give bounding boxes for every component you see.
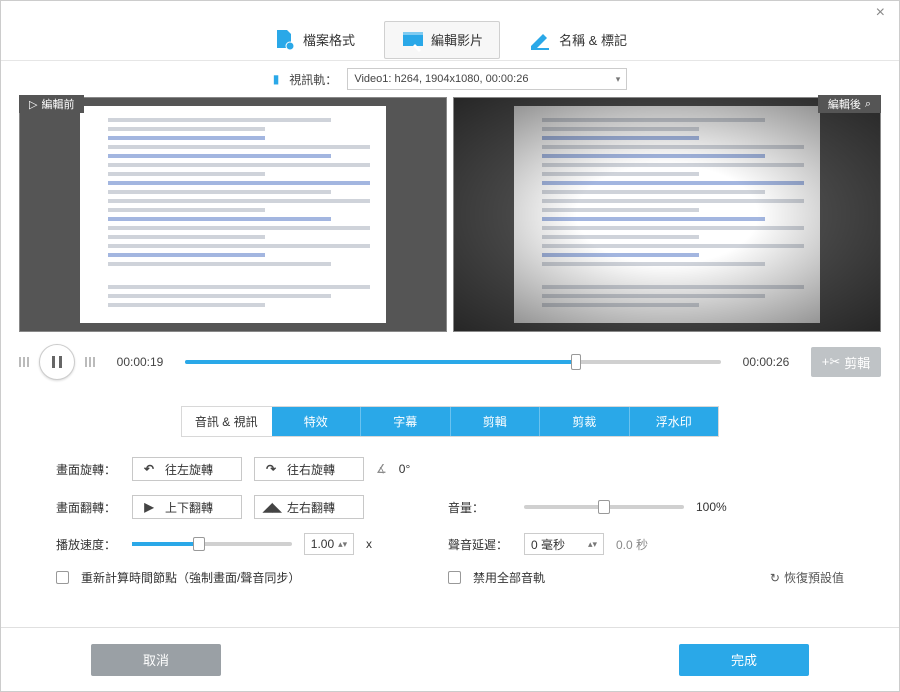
editor-window: × 檔案格式 編輯影片 名稱 & 標記 ▮ 視訊軌： Video1: h264,… — [0, 0, 900, 692]
nav-label: 編輯影片 — [431, 30, 483, 49]
play-icon: ▷ — [29, 98, 37, 111]
play-pause-button[interactable] — [39, 344, 75, 380]
speed-value-input[interactable]: 1.00▴▾ — [304, 533, 354, 555]
recalc-label: 重新計算時間節點（強制畫面/聲音同步） — [81, 569, 300, 586]
volume-slider[interactable] — [524, 505, 684, 509]
ok-button[interactable]: 完成 — [679, 644, 809, 676]
document-gear-icon — [273, 28, 297, 52]
speed-label: 播放速度： — [56, 536, 120, 553]
tab-watermark[interactable]: 浮水印 — [630, 407, 719, 436]
nav-label: 檔案格式 — [303, 30, 355, 49]
flip-horizontal-button[interactable]: ◢◣ 左右翻轉 — [254, 495, 364, 519]
pause-icon — [50, 355, 64, 369]
track-value: Video1: h264, 1904x1080, 00:00:26 — [354, 73, 528, 85]
rotate-right-icon: ↷ — [263, 462, 279, 476]
speed-slider[interactable] — [132, 542, 292, 546]
track-icon: ▮ — [273, 72, 280, 86]
top-nav: 檔案格式 編輯影片 名稱 & 標記 — [1, 19, 899, 61]
footer: 取消 完成 — [1, 627, 899, 691]
nav-label: 名稱 & 標記 — [559, 30, 627, 49]
speed-unit: x — [366, 537, 372, 551]
tab-trim[interactable]: 剪輯 — [451, 407, 541, 436]
step-fwd-icon[interactable] — [85, 357, 95, 367]
chevron-down-icon: ▴▾ — [588, 539, 597, 550]
volume-value: 100% — [696, 500, 727, 514]
disable-tracks-label: 禁用全部音軌 — [473, 569, 545, 586]
scissors-icon: +✂ — [822, 354, 840, 370]
tab-av[interactable]: 音訊 & 視訊 — [182, 407, 272, 436]
preview-after-label: 編輯後 ⌕ — [818, 95, 881, 113]
flip-label: 畫面翻轉： — [56, 499, 120, 516]
preview-after-pane[interactable] — [453, 97, 881, 332]
nav-edit-video[interactable]: 編輯影片 — [384, 21, 500, 59]
timeline-row: 00:00:19 00:00:26 +✂ 剪輯 — [1, 332, 899, 392]
tab-subtitle[interactable]: 字幕 — [361, 407, 451, 436]
preview-row — [1, 97, 899, 332]
pencil-tag-icon — [529, 28, 553, 52]
rotate-left-icon: ↶ — [141, 462, 157, 476]
rotate-right-button[interactable]: ↷ 往右旋轉 — [254, 457, 364, 481]
volume-label: 音量： — [448, 499, 512, 516]
preview-before-label: ▷ 編輯前 — [19, 95, 84, 113]
close-icon[interactable]: × — [876, 4, 885, 22]
delay-hint: 0.0 秒 — [616, 536, 648, 553]
refresh-icon: ↻ — [770, 571, 780, 585]
trim-button[interactable]: +✂ 剪輯 — [811, 347, 881, 377]
nav-name-tag[interactable]: 名稱 & 標記 — [512, 21, 644, 59]
chevron-down-icon: ▾ — [616, 74, 621, 85]
tab-crop[interactable]: 剪裁 — [540, 407, 630, 436]
recalc-checkbox[interactable] — [56, 571, 69, 584]
angle-value: 0° — [399, 462, 410, 476]
cancel-button[interactable]: 取消 — [91, 644, 221, 676]
track-label: 視訊軌： — [289, 71, 337, 88]
tab-effect[interactable]: 特效 — [272, 407, 362, 436]
step-back-icon[interactable] — [19, 357, 29, 367]
restore-defaults-button[interactable]: ↻ 恢復預設值 — [770, 569, 844, 586]
angle-icon: ∡ — [376, 462, 387, 476]
timeline-slider[interactable] — [185, 360, 721, 364]
video-track-row: ▮ 視訊軌： Video1: h264, 1904x1080, 00:00:26… — [1, 61, 899, 97]
disable-tracks-checkbox[interactable] — [448, 571, 461, 584]
search-icon[interactable]: ⌕ — [865, 98, 871, 111]
delay-label: 聲音延遲： — [448, 536, 512, 553]
titlebar: × — [1, 1, 899, 19]
video-track-select[interactable]: Video1: h264, 1904x1080, 00:00:26 ▾ — [347, 68, 627, 90]
total-time: 00:00:26 — [731, 355, 801, 369]
settings-panel: 畫面旋轉： ↶ 往左旋轉 ↷ 往右旋轉 ∡ 0° 畫面翻轉： ▶ 上下翻轉 — [1, 437, 899, 610]
film-cut-icon — [401, 28, 425, 52]
settings-tabs: 音訊 & 視訊 特效 字幕 剪輯 剪裁 浮水印 — [181, 406, 719, 437]
flip-v-icon: ▶ — [141, 500, 157, 514]
rotate-left-button[interactable]: ↶ 往左旋轉 — [132, 457, 242, 481]
rotate-label: 畫面旋轉： — [56, 461, 120, 478]
nav-file-format[interactable]: 檔案格式 — [256, 21, 372, 59]
preview-before-pane[interactable] — [19, 97, 447, 332]
current-time: 00:00:19 — [105, 355, 175, 369]
flip-vertical-button[interactable]: ▶ 上下翻轉 — [132, 495, 242, 519]
delay-select[interactable]: 0 毫秒 ▴▾ — [524, 533, 604, 555]
flip-h-icon: ◢◣ — [263, 500, 279, 514]
